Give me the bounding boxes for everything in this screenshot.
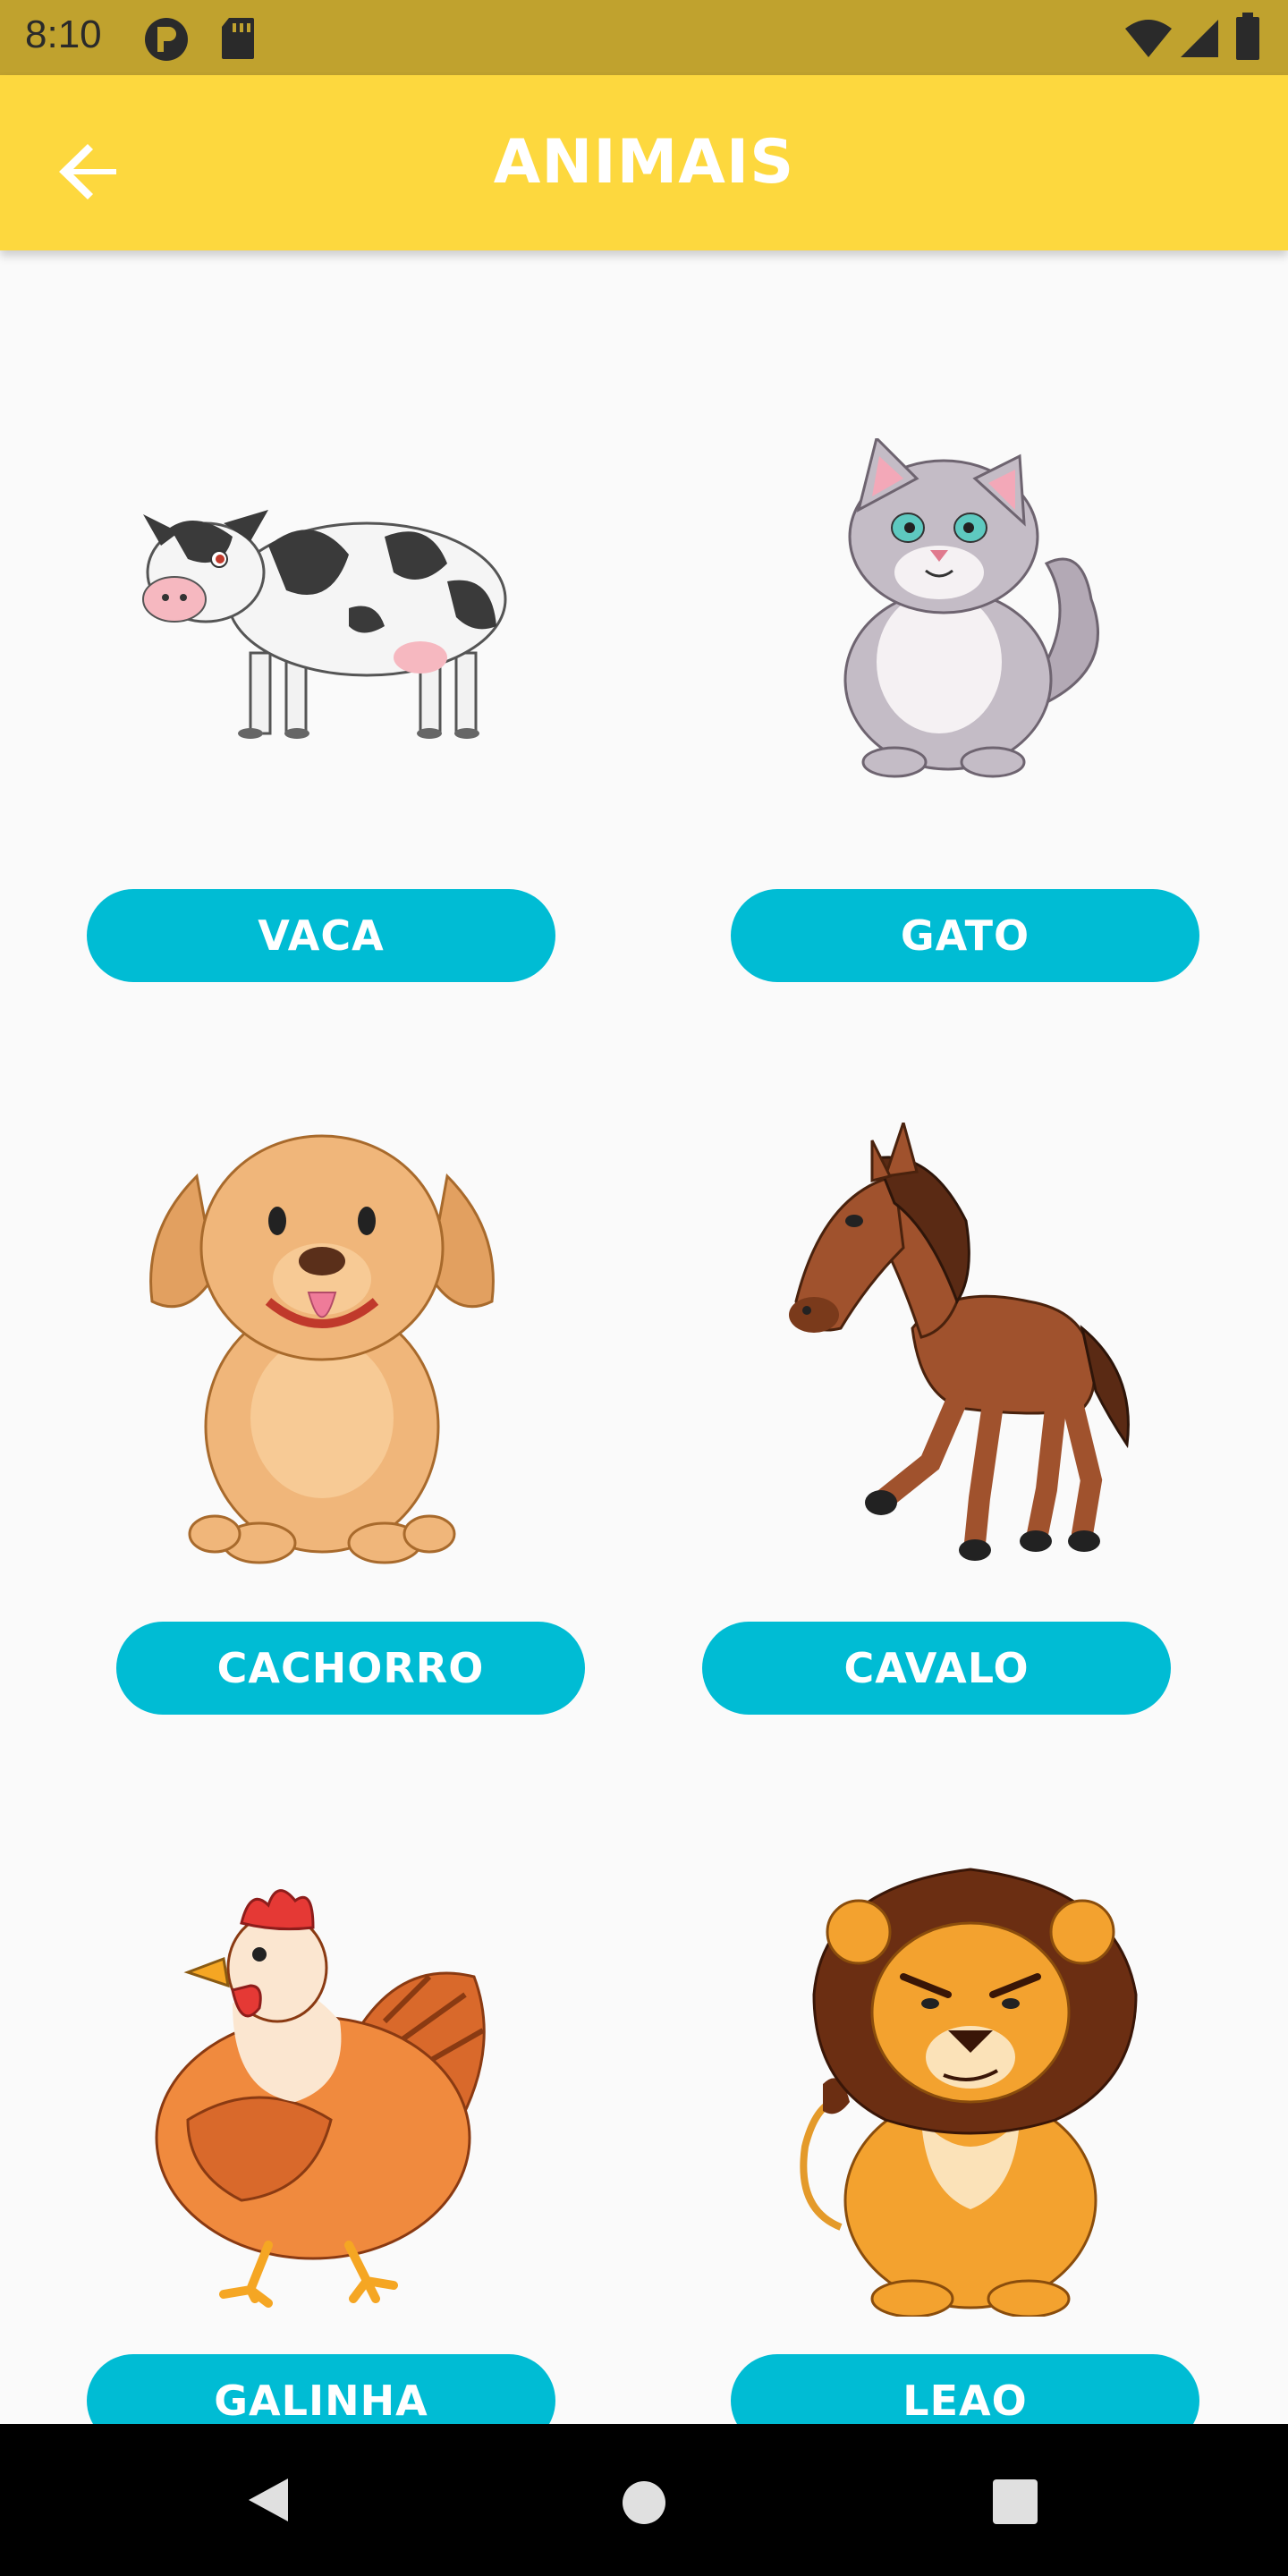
chicken-image[interactable] [134,1852,510,2317]
animal-button-lion[interactable]: LEAO [731,2354,1199,2424]
dog-image[interactable] [143,1123,501,1570]
status-time: 8:10 [25,13,102,56]
signal-icon [1181,20,1218,57]
animal-button-chicken[interactable]: GALINHA [87,2354,555,2424]
notification-icon [145,18,188,61]
horse-image[interactable] [787,1123,1145,1570]
lion-image[interactable] [787,1852,1145,2317]
wifi-icon [1125,20,1172,57]
animal-button-cow[interactable]: VACA [87,889,555,982]
navigation-bar [0,2424,1288,2576]
cow-image[interactable] [134,474,510,742]
app-bar: ANIMAIS [0,75,1288,250]
recents-square-icon[interactable] [991,2478,1039,2526]
animal-button-dog[interactable]: CACHORRO [116,1622,585,1715]
back-triangle-icon[interactable] [242,2473,295,2527]
sd-card-icon [222,18,254,59]
page-title: ANIMAIS [493,127,795,198]
cat-image[interactable] [823,438,1109,778]
home-circle-icon[interactable] [619,2478,669,2528]
animal-button-cat[interactable]: GATO [731,889,1199,982]
status-bar: 8:10 [0,0,1288,75]
battery-icon [1236,13,1259,60]
animal-button-horse[interactable]: CAVALO [702,1622,1171,1715]
animal-grid: VACA GATO CACHORRO CAVALO GALINHA LEAO [0,250,1288,2424]
